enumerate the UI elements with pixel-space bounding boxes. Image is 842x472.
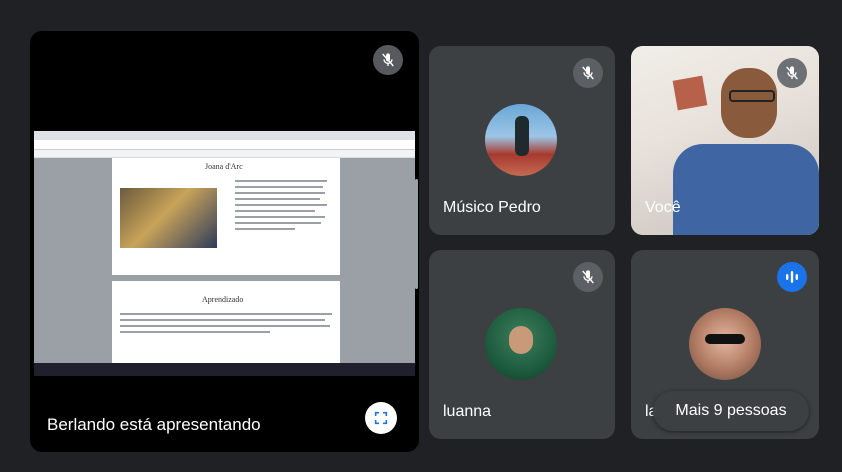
text-line bbox=[235, 192, 325, 194]
avatar bbox=[485, 308, 557, 380]
browser-address-bar bbox=[34, 140, 415, 150]
text-line bbox=[235, 180, 327, 182]
browser-tab-bar bbox=[34, 131, 415, 140]
participant-name: Músico Pedro bbox=[443, 199, 541, 216]
text-line bbox=[235, 228, 295, 230]
text-line bbox=[235, 186, 323, 188]
self-face bbox=[721, 68, 777, 138]
participant-tile[interactable]: luanna bbox=[429, 250, 615, 439]
text-line bbox=[120, 325, 330, 327]
os-taskbar bbox=[34, 363, 415, 376]
fullscreen-button[interactable] bbox=[365, 402, 397, 434]
doc-heading: Joana d'Arc bbox=[205, 162, 243, 171]
presentation-tile[interactable]: Joana d'Arc Aprendizado Berlando está ap… bbox=[30, 31, 419, 452]
document-page-1: Joana d'Arc bbox=[112, 158, 340, 275]
more-participants-button[interactable]: Mais 9 pessoas bbox=[653, 391, 809, 431]
glasses bbox=[729, 90, 775, 102]
section-heading: Aprendizado bbox=[202, 295, 244, 304]
avatar bbox=[485, 104, 557, 176]
participant-tile[interactable]: Músico Pedro bbox=[429, 46, 615, 235]
participant-name: luanna bbox=[443, 403, 492, 420]
mic-off-icon bbox=[777, 58, 807, 88]
meeting-stage: Joana d'Arc Aprendizado Berlando está ap… bbox=[0, 0, 842, 472]
mic-off-icon bbox=[573, 262, 603, 292]
mic-off-icon bbox=[573, 58, 603, 88]
presenter-label: Berlando está apresentando bbox=[47, 415, 261, 434]
participant-tile[interactable]: Você bbox=[631, 46, 819, 235]
document-page-2: Aprendizado bbox=[112, 281, 340, 363]
wall-object bbox=[672, 75, 708, 111]
text-line bbox=[235, 222, 321, 224]
text-line bbox=[235, 216, 325, 218]
text-line bbox=[120, 331, 270, 333]
text-line bbox=[235, 198, 320, 200]
text-line bbox=[120, 319, 325, 321]
shared-screen-scrollbar bbox=[415, 179, 418, 289]
audio-wave-icon bbox=[777, 262, 807, 292]
avatar bbox=[689, 308, 761, 380]
browser-bookmarks-bar bbox=[34, 150, 415, 157]
self-shirt bbox=[673, 144, 819, 235]
participant-name: Você bbox=[645, 199, 681, 216]
document-illustration bbox=[120, 188, 217, 248]
fullscreen-icon bbox=[374, 411, 388, 425]
shared-screen: Joana d'Arc Aprendizado bbox=[34, 131, 415, 376]
mic-off-icon bbox=[373, 45, 403, 75]
text-line bbox=[235, 204, 327, 206]
text-line bbox=[120, 313, 332, 315]
text-line bbox=[235, 210, 315, 212]
